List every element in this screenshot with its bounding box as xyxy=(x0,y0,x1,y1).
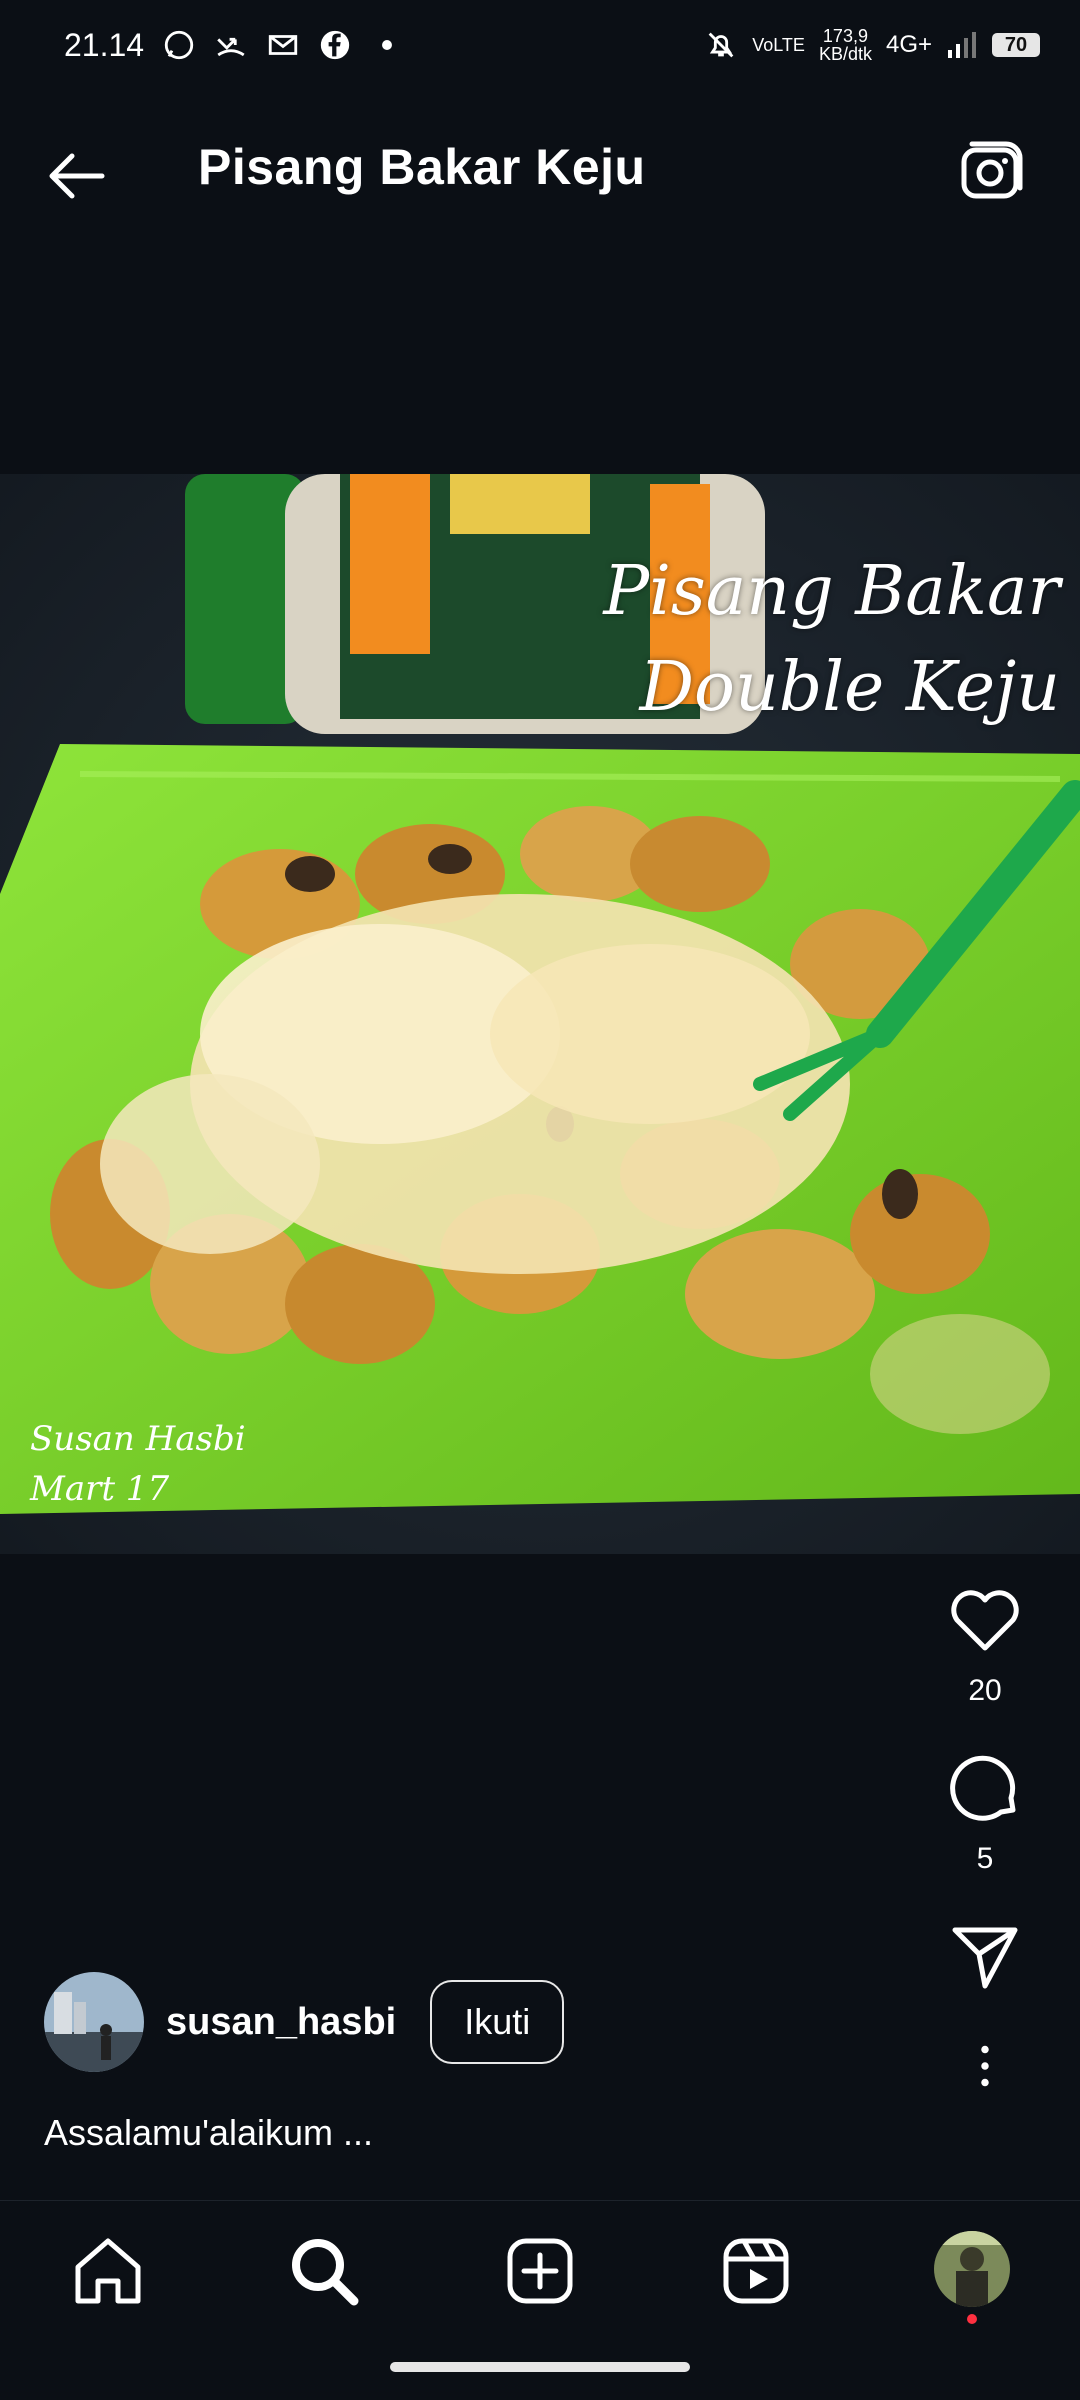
profile-avatar-icon[interactable] xyxy=(934,2231,1010,2307)
share-action xyxy=(945,1916,1025,1996)
comment-icon[interactable] xyxy=(945,1748,1025,1828)
post-caption[interactable]: Assalamu'alaikum ... xyxy=(44,2112,373,2154)
gmail-icon xyxy=(268,35,298,55)
post-image[interactable]: Pisang Bakar Double Keju Susan Hasbi Mar… xyxy=(0,474,1080,1554)
search-icon[interactable] xyxy=(284,2231,364,2311)
battery-indicator: 70 xyxy=(992,33,1040,57)
post-overlay-title: Pisang Bakar Double Keju xyxy=(603,544,1060,736)
network-speed: 173,9 KB/dtk xyxy=(819,27,872,63)
overlay-title-line1: Pisang Bakar xyxy=(603,552,1060,631)
send-icon[interactable] xyxy=(945,1916,1025,1996)
home-icon[interactable] xyxy=(68,2231,148,2311)
post-watermark: Susan Hasbi Mart 17 xyxy=(30,1414,246,1514)
reels-icon[interactable] xyxy=(716,2231,796,2311)
camera-icon[interactable] xyxy=(958,136,1028,206)
facebook-icon xyxy=(320,30,350,60)
status-bar: 21.14 VoLTE 173,9 KB/dtk 4G+ 70 xyxy=(0,0,1080,90)
author-row: susan_hasbi Ikuti xyxy=(44,1972,565,2072)
mute-bell-icon xyxy=(708,32,734,58)
network-speed-value: 173,9 xyxy=(822,26,868,46)
follow-button[interactable]: Ikuti xyxy=(430,1980,565,2064)
avatar[interactable] xyxy=(44,1972,144,2072)
volte-label: VoLTE xyxy=(752,35,805,55)
avatar-image xyxy=(44,1972,144,2072)
app-header: Pisang Bakar Keju xyxy=(0,100,1080,240)
comment-action: 5 xyxy=(945,1748,1025,1916)
bottom-nav xyxy=(0,2200,1080,2351)
create-post-icon[interactable] xyxy=(500,2231,580,2311)
heart-icon[interactable] xyxy=(945,1580,1025,1660)
whatsapp-icon xyxy=(164,30,194,60)
watermark-line1: Susan Hasbi xyxy=(30,1419,246,1459)
more-action xyxy=(955,2036,1015,2096)
network-type: 4G+ xyxy=(885,31,932,58)
notification-dot xyxy=(967,2314,977,2324)
status-right: VoLTE 173,9 KB/dtk 4G+ 70 xyxy=(704,27,1040,63)
more-options-icon[interactable] xyxy=(955,2036,1015,2096)
comment-count[interactable]: 5 xyxy=(977,1842,994,1876)
page-title: Pisang Bakar Keju xyxy=(198,139,646,195)
like-count[interactable]: 20 xyxy=(968,1674,1001,1708)
back-arrow-icon[interactable] xyxy=(40,140,112,212)
like-action: 20 xyxy=(945,1580,1025,1748)
action-rail: 20 5 xyxy=(930,1580,1040,2096)
signal-icon xyxy=(948,32,976,58)
status-left: 21.14 xyxy=(64,27,404,64)
overlay-title-line2: Double Keju xyxy=(639,648,1060,727)
network-speed-unit: KB/dtk xyxy=(818,44,872,64)
author-username[interactable]: susan_hasbi xyxy=(166,2001,396,2044)
watermark-line2: Mart 17 xyxy=(30,1469,170,1509)
clock: 21.14 xyxy=(64,26,145,63)
more-notifications-icon xyxy=(382,40,393,50)
home-indicator[interactable] xyxy=(390,2362,690,2372)
missed-call-icon xyxy=(217,37,245,57)
